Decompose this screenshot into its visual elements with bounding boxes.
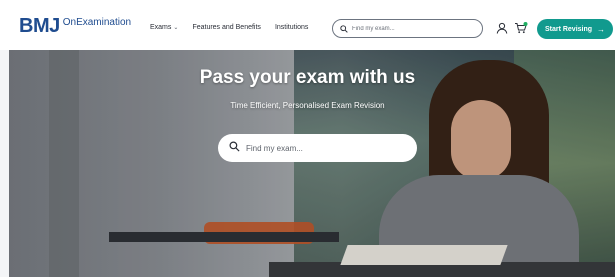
header-search-input[interactable] [352,25,472,32]
nav-exams-label: Exams [150,24,172,31]
search-icon [340,20,348,38]
nav-institutions[interactable]: Institutions [275,24,308,31]
top-navbar: BMJ OnExamination Exams ⌄ Features and B… [0,0,615,50]
hero-search[interactable] [218,134,417,162]
hero-search-input[interactable] [246,143,406,153]
nav-exams[interactable]: Exams ⌄ [150,24,178,31]
cart-icon[interactable] [514,21,528,39]
hero-subtitle: Time Efficient, Personalised Exam Revisi… [230,101,385,110]
search-icon [229,139,240,157]
start-revising-label: Start Revising [544,25,593,33]
bmj-logo[interactable]: BMJ OnExamination [19,16,131,36]
nav-features-and-benefits[interactable]: Features and Benefits [192,24,261,31]
nav-features-label: Features and Benefits [192,24,261,31]
arrow-right-icon: → [597,24,606,34]
main-nav: Exams ⌄ Features and Benefits Institutio… [150,24,308,31]
chevron-down-icon: ⌄ [173,25,179,31]
logo-mark: BMJ [19,15,60,37]
header-search[interactable] [332,19,483,38]
nav-institutions-label: Institutions [274,24,309,31]
logo-text: OnExamination [62,17,132,28]
hero-title: Pass your exam with us [199,67,416,88]
start-revising-button[interactable]: Start Revising → [537,19,613,39]
user-icon[interactable] [496,21,508,39]
